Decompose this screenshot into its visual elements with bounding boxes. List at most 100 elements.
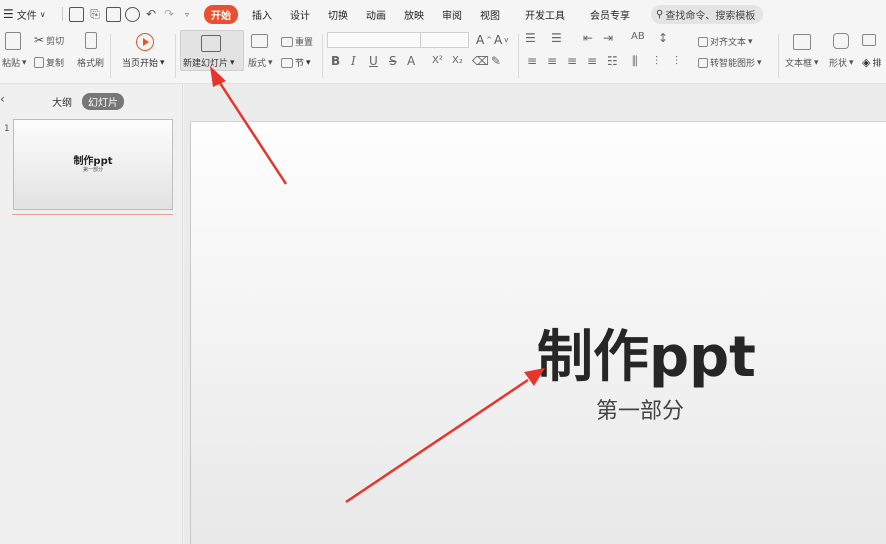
hamburger-icon: ☰ [3, 7, 14, 21]
tab-design[interactable]: 设计 [281, 0, 319, 28]
font-family-select[interactable] [327, 32, 469, 48]
play-from-current-button[interactable]: 当页开始 ▾ [122, 56, 165, 70]
clear-format-icon[interactable]: ⌫ [472, 54, 489, 68]
paste-icon[interactable] [5, 32, 21, 50]
tab-insert[interactable]: 插入 [243, 0, 281, 28]
shape-button[interactable]: 形状 ▾ [829, 56, 854, 70]
new-slide-dropdown[interactable]: 新建幻灯片 ▾ [183, 56, 235, 70]
undo-icon[interactable]: ↶ [145, 7, 157, 21]
tab-home[interactable]: 开始 [204, 0, 238, 28]
align-center-icon[interactable]: ≡ [547, 54, 557, 68]
align-text-button[interactable]: 对齐文本 ▾ [698, 35, 753, 48]
align-left-icon[interactable]: ≡ [527, 54, 537, 68]
bullets-icon[interactable]: ☰ [525, 31, 536, 45]
slide-number: 1 [4, 124, 10, 134]
paste-label: 粘贴 [2, 59, 21, 69]
divider [322, 34, 323, 78]
tab-animations[interactable]: 动画 [357, 0, 395, 28]
slide-title[interactable]: 制作ppt [537, 312, 756, 393]
collapse-pane-icon[interactable]: ‹ [0, 92, 5, 106]
file-menu[interactable]: ☰ 文件 ∨ [0, 0, 58, 28]
underline-button[interactable]: U [369, 54, 378, 68]
subscript-button[interactable]: X₂ [452, 55, 463, 66]
cut-button[interactable]: ✂ 剪切 [34, 33, 64, 47]
textbox-label: 文本框 [785, 59, 813, 69]
justify-icon[interactable]: ≡ [587, 54, 597, 68]
search-placeholder: 查找命令、搜索模板 [665, 10, 756, 22]
font-shrink-icon[interactable]: Av [494, 33, 508, 47]
font-color-button[interactable]: A [407, 54, 415, 68]
customize-toolbar-icon[interactable]: ▿ [181, 10, 193, 19]
search-input[interactable]: ⚲ 查找命令、搜索模板 [651, 4, 763, 24]
section-button[interactable]: 节 ▾ [281, 56, 311, 69]
tab-transitions[interactable]: 切换 [319, 0, 357, 28]
shape-icon[interactable] [833, 33, 849, 49]
new-slide-icon [201, 35, 221, 52]
numbering-icon[interactable]: ☰ [551, 31, 562, 45]
align-text-icon [698, 36, 708, 47]
slide-navigation-pane: ‹ 大纲 幻灯片 1 制作ppt 第一部分 [0, 84, 183, 544]
tab-outline[interactable]: 大纲 [52, 94, 72, 109]
thumbnail-title: 制作ppt [73, 156, 113, 167]
bold-button[interactable]: B [331, 54, 340, 68]
align-right-icon[interactable]: ≡ [567, 54, 577, 68]
ribbon-toolbar: 粘贴 ▾ ✂ 剪切 复制 格式刷 当页开始 ▾ 新建幻灯片 ▾ 版式 ▾ 重置 节 ▾ A [0, 28, 886, 84]
slide-editor: 制作ppt 第一部分 [184, 84, 886, 544]
divider [778, 34, 779, 78]
decrease-indent-icon[interactable]: ⇤ [583, 31, 593, 45]
picture-icon[interactable] [862, 34, 876, 46]
section-label: 节 [295, 59, 305, 69]
font-grow-icon[interactable]: A ^ [476, 33, 492, 47]
tab-view[interactable]: 视图 [471, 0, 509, 28]
strikethrough-button[interactable]: S [389, 54, 397, 68]
tab-developer[interactable]: 开发工具 [509, 0, 574, 28]
slide-canvas[interactable]: 制作ppt 第一部分 [190, 121, 886, 544]
tab-review[interactable]: 审阅 [433, 0, 471, 28]
redo-icon[interactable]: ↷ [163, 7, 175, 21]
copy-label: 复制 [46, 59, 65, 69]
convert-smartart-button[interactable]: 转智能图形 ▾ [698, 56, 762, 69]
layout-icon[interactable] [251, 34, 268, 48]
format-painter-icon[interactable] [85, 32, 97, 49]
shape-label: 形状 [829, 59, 848, 69]
distribute-icon[interactable]: ☷ [607, 54, 618, 68]
increase-indent-icon[interactable]: ⇥ [603, 31, 613, 45]
export-pdf-icon[interactable]: ⎘ [89, 7, 101, 22]
columns-icon[interactable]: ⫼ [632, 54, 638, 69]
print-preview-icon[interactable] [125, 6, 140, 22]
smartart-label: 转智能图形 [710, 59, 756, 69]
italic-button[interactable]: I [351, 54, 356, 68]
textbox-button[interactable]: 文本框 ▾ [785, 56, 819, 70]
format-painter-button[interactable]: 格式刷 [77, 56, 104, 69]
scissors-icon: ✂ [34, 33, 45, 47]
textbox-icon[interactable] [793, 34, 811, 50]
arrange-button[interactable]: ◈ 排 [862, 56, 881, 69]
tab-slideshow[interactable]: 放映 [395, 0, 433, 28]
paragraph-spacing-icon[interactable]: ⫶ [655, 54, 658, 69]
text-direction-icon[interactable]: AB [631, 31, 645, 42]
divider [62, 7, 63, 21]
print-icon[interactable] [106, 6, 121, 22]
search-icon: ⚲ [656, 8, 664, 20]
superscript-button[interactable]: X² [432, 55, 443, 66]
new-slide-label: 新建幻灯片 [183, 59, 229, 69]
line-spacing-icon[interactable]: ↕ [658, 31, 668, 45]
play-icon[interactable] [136, 33, 154, 51]
character-shading-icon[interactable]: ✎ [491, 54, 501, 68]
tab-slides[interactable]: 幻灯片 [82, 93, 124, 110]
layout-button[interactable]: 版式 ▾ [248, 56, 273, 70]
save-icon[interactable] [69, 6, 84, 22]
slide-subtitle[interactable]: 第一部分 [596, 393, 684, 425]
section-icon [281, 57, 293, 68]
slide-thumbnail[interactable]: 制作ppt 第一部分 [13, 119, 173, 210]
menu-bar: ☰ 文件 ∨ ⎘ ↶ ↷ ▿ 开始 插入 设计 切换 动画 放映 审阅 视图 开… [0, 0, 886, 28]
insert-position-line [12, 214, 173, 215]
text-box-align-icon[interactable]: ⫶ [675, 54, 678, 69]
divider [110, 34, 111, 78]
copy-button[interactable]: 复制 [34, 56, 64, 69]
tab-member[interactable]: 会员专享 [574, 0, 639, 28]
thumbnail-subtitle: 第一部分 [82, 167, 103, 173]
reset-button[interactable]: 重置 [281, 35, 313, 48]
paste-button[interactable]: 粘贴 ▾ [2, 56, 27, 70]
layers-icon: ◈ [862, 56, 871, 69]
